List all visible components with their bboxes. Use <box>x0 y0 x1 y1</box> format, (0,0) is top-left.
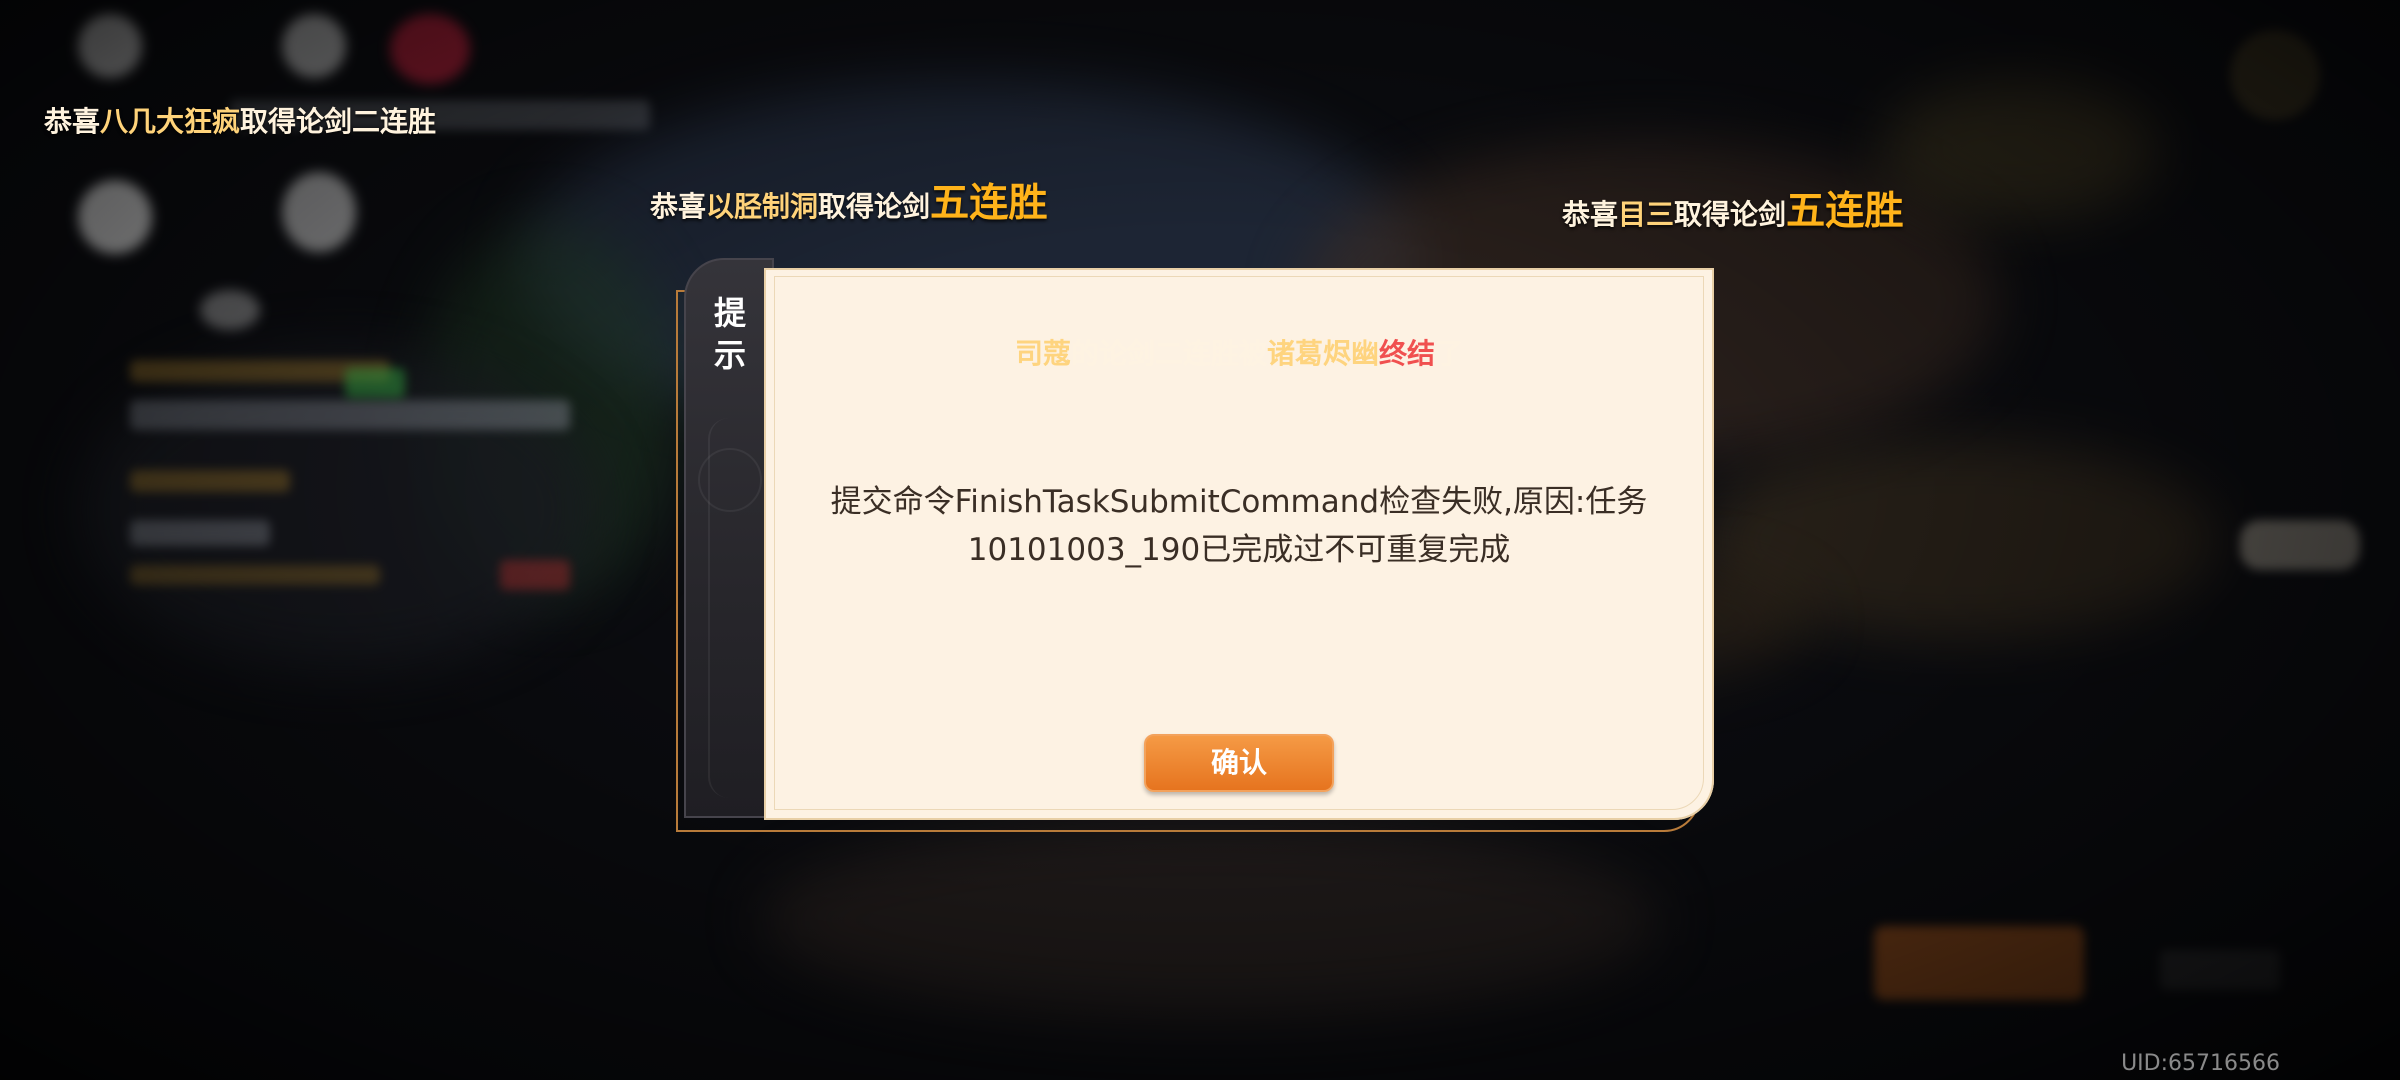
broadcast-player: 司蔻 <box>1014 337 1071 370</box>
announcement-prefix: 恭喜 <box>1562 198 1619 231</box>
streak-broadcast: 司蔻的论剑二连胜被诸葛烬幽终结了 <box>764 332 1714 372</box>
dialog-body: 司蔻的论剑二连胜被诸葛烬幽终结了 提交命令FinishTaskSubmitCom… <box>764 268 1714 820</box>
announcement-player-name: 八几大狂疯 <box>100 105 241 138</box>
dialog-title-tab: 提 示 <box>684 258 774 818</box>
announcement-prefix: 恭喜 <box>650 190 707 223</box>
dialog-message-line: 10101003_190已完成过不可重复完成 <box>967 532 1511 568</box>
prompt-dialog: 提 示 司蔻的论剑二连胜被诸葛烬幽终结了 提交命令FinishTaskSubmi… <box>676 258 1716 832</box>
tab-ornament <box>698 448 762 512</box>
dialog-message-line: 提交命令FinishTaskSubmitCommand检查失败,原因:任务 <box>830 484 1648 520</box>
announcement-banner: 恭喜八几大狂疯取得论剑二连胜 <box>44 100 436 140</box>
broadcast-middle: 的论剑二连胜被 <box>1070 337 1267 370</box>
dialog-message: 提交命令FinishTaskSubmitCommand检查失败,原因:任务 10… <box>824 478 1654 574</box>
announcement-middle: 取得论剑 <box>818 190 931 223</box>
broadcast-killer: 诸葛烬幽 <box>1266 337 1379 370</box>
announcement-streak: 五连胜 <box>1786 188 1904 234</box>
broadcast-ended: 终结 <box>1379 337 1436 370</box>
player-uid: UID:65716566 <box>2121 1051 2280 1076</box>
announcement-streak: 二连胜 <box>352 105 437 138</box>
announcement-player-name: 以胫制洞 <box>706 190 819 223</box>
announcement-middle: 取得论剑 <box>1674 198 1787 231</box>
dialog-title: 提 示 <box>700 292 760 376</box>
confirm-button[interactable]: 确认 <box>1144 734 1334 792</box>
announcement-streak: 五连胜 <box>930 180 1048 226</box>
dialog-title-char: 示 <box>713 336 746 374</box>
broadcast-tail: 了 <box>1435 337 1464 370</box>
announcement-banner: 恭喜以胫制洞取得论剑五连胜 <box>650 172 1048 228</box>
announcement-player-name: 目三 <box>1618 198 1675 231</box>
announcement-banner: 恭喜目三取得论剑五连胜 <box>1562 180 1904 236</box>
announcement-middle: 取得论剑 <box>240 105 353 138</box>
announcement-prefix: 恭喜 <box>44 105 101 138</box>
dialog-title-char: 提 <box>713 294 746 332</box>
